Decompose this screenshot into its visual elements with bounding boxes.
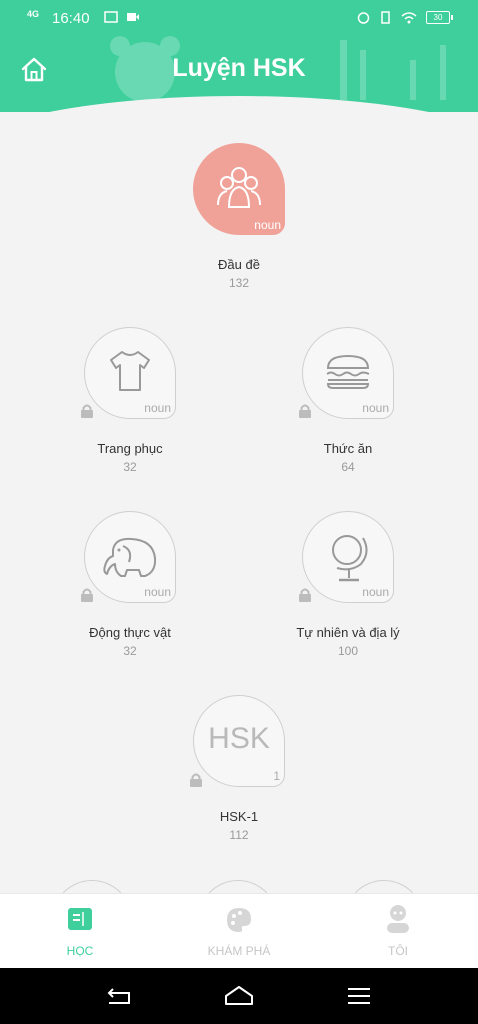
hsk-badge-text: HSK	[208, 722, 270, 755]
nav-label: KHÁM PHÁ	[207, 944, 271, 958]
alarm-icon	[357, 12, 370, 24]
category-tag: 1	[273, 769, 280, 783]
category-name: Thức ăn	[323, 441, 373, 456]
category-badge[interactable]: noun	[84, 511, 176, 603]
home-system-icon[interactable]	[224, 984, 254, 1006]
category-count: 64	[341, 460, 355, 474]
status-bar: 4G 16:40 30	[0, 0, 478, 36]
lock-icon	[190, 773, 202, 787]
bottom-navigation: HỌC KHÁM PHÁ TÔI	[0, 893, 478, 969]
nav-label: TÔI	[388, 944, 408, 958]
category-tag: noun	[362, 401, 389, 415]
category-count: 100	[337, 644, 359, 658]
battery-indicator: 30	[426, 11, 453, 24]
page-title: Luyện HSK	[172, 54, 306, 82]
burger-icon	[326, 354, 370, 389]
category-tag: noun	[254, 218, 281, 232]
category-name: Tự nhiên và địa lý	[296, 625, 400, 640]
back-icon[interactable]	[107, 986, 131, 1006]
category-name: Động thực vật	[89, 625, 171, 640]
category-tag: noun	[144, 401, 171, 415]
system-navigation-bar	[0, 968, 478, 1024]
lock-icon	[81, 404, 93, 418]
notification-icon	[104, 11, 118, 23]
menu-icon[interactable]	[347, 986, 371, 1006]
category-badge[interactable]: noun	[302, 327, 394, 419]
category-tag: noun	[362, 585, 389, 599]
people-icon	[217, 167, 261, 208]
status-time: 16:40	[52, 10, 90, 27]
palette-icon	[227, 908, 251, 932]
profile-icon	[387, 905, 409, 933]
vibrate-icon	[381, 11, 390, 24]
category-count: 132	[228, 276, 250, 290]
globe-icon	[332, 535, 368, 582]
shirt-icon	[110, 351, 150, 391]
category-count: 32	[123, 460, 137, 474]
category-badge[interactable]: noun	[193, 143, 285, 235]
category-name: Đầu đề	[218, 257, 260, 272]
category-name: HSK-1	[219, 809, 259, 824]
network-indicator: 4G	[27, 9, 40, 19]
elephant-icon	[103, 537, 157, 577]
category-badge[interactable]: noun	[302, 511, 394, 603]
app-header: 4G 16:40 30 Luyện HSK	[0, 0, 478, 112]
nav-label: HỌC	[66, 944, 94, 958]
lock-icon	[299, 404, 311, 418]
lock-icon	[81, 588, 93, 602]
category-count: 32	[123, 644, 137, 658]
category-badge[interactable]: noun	[84, 327, 176, 419]
category-count: 112	[229, 828, 249, 842]
category-badge[interactable]: HSK 1	[193, 695, 285, 787]
video-icon	[127, 13, 139, 21]
lock-icon	[299, 588, 311, 602]
wifi-icon	[401, 11, 417, 23]
category-name: Trang phục	[97, 441, 163, 456]
category-tag: noun	[144, 585, 171, 599]
book-icon	[68, 908, 92, 930]
